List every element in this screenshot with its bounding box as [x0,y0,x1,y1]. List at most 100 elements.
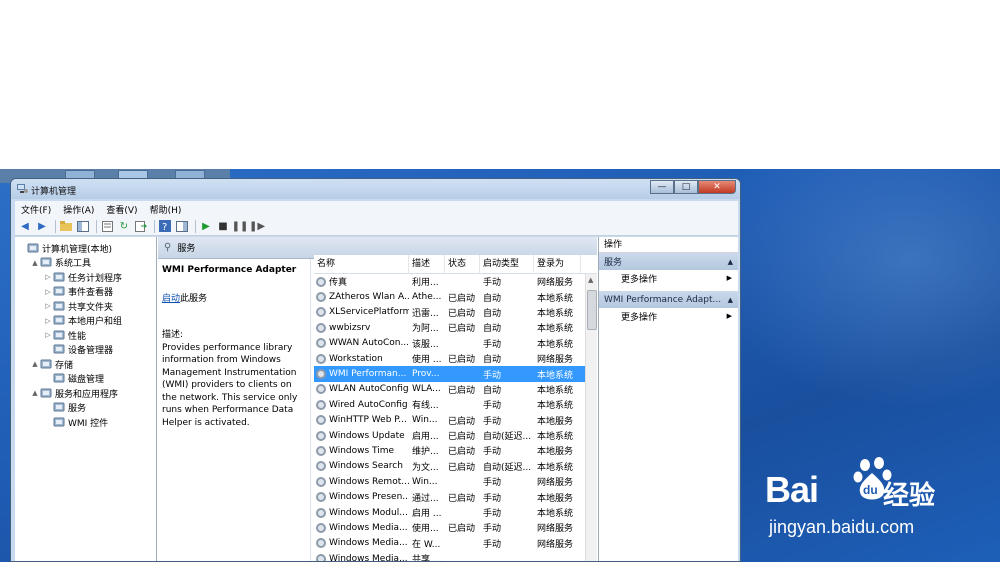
service-name: Windows Presen... [329,492,409,503]
tree-item[interactable]: ▲ 服务和应用程序 [15,386,156,401]
service-row[interactable]: WinHTTP Web P... Win... 已启动 手动 本地服务 [314,413,597,428]
service-startup-cell: 手动 [483,509,502,520]
storage-icon [40,359,52,370]
tree-item[interactable]: ▷ 事件查看器 [15,285,156,300]
back-arrow-icon[interactable]: ◀ [18,220,32,233]
tree-item[interactable]: WMI 控件 [15,415,156,430]
scrollbar-thumb[interactable] [587,290,597,330]
service-name: 传真 [329,278,348,289]
service-row[interactable]: Windows Remot... Win... 手动 网络服务 [314,474,597,489]
service-description-cell: 通过... [412,493,439,504]
menu-view[interactable]: 查看(V) [100,203,143,216]
menu-file[interactable]: 文件(F) [15,203,57,216]
export-list-icon[interactable] [134,220,148,233]
service-logon-cell: 本地系统 [537,462,574,473]
tree-expander-icon[interactable]: ▷ [43,302,53,310]
column-header-status[interactable]: 状态 [445,254,480,274]
service-startup-cell: 手动 [483,539,502,550]
tree-expander-icon[interactable]: ▲ [30,389,40,397]
navigation-tree: 计算机管理(本地) ▲ 系统工具 ▷ 任务计划程序 ▷ 事件查看器 ▷ 共享文件夹 ▷ 本地用户和组… [15,237,157,561]
more-actions-label: 更多操作 [621,312,658,323]
start-service-link[interactable]: 启动 [162,294,180,304]
show-hide-tree-icon[interactable] [76,220,90,233]
tree-item[interactable]: ▷ 本地用户和组 [15,314,156,329]
service-name-cell: Windows Modul... [314,507,409,518]
properties-icon[interactable] [100,220,114,233]
service-row[interactable]: Windows Search 为文... 已启动 自动(延迟... 本地系统 [314,459,597,474]
service-description-cell: 启用 ... [412,509,442,520]
collapse-arrow-icon[interactable]: ▲ [728,258,733,266]
window-title: 计算机管理 [31,187,77,197]
tree-expander-icon[interactable]: ▲ [30,360,40,368]
column-header-startup-type[interactable]: 启动类型 [480,254,534,274]
actions-section-selected-service[interactable]: WMI Performance Adapt... ▲ [599,291,738,308]
forward-arrow-icon[interactable]: ▶ [35,220,49,233]
service-row[interactable]: 传真 利用... 手动 网络服务 [314,274,597,289]
tree-expander-icon[interactable]: ▷ [43,317,53,325]
service-row[interactable]: Windows Modul... 启用 ... 手动 本地系统 [314,505,597,520]
service-row[interactable]: Windows Update 启用... 已启动 自动(延迟... 本地系统 [314,428,597,443]
column-header-description[interactable]: 描述 [409,254,445,274]
service-row[interactable]: Windows Time 维护... 已启动 手动 本地服务 [314,443,597,458]
pause-service-icon[interactable]: ❚❚ [232,220,249,233]
actions-section-services[interactable]: 服务 ▲ [599,253,738,270]
column-header-log-on-as[interactable]: 登录为 [534,254,581,274]
service-row[interactable]: Windows Media... 共享 ... [314,551,597,561]
scroll-up-icon[interactable]: ▲ [588,276,593,284]
service-row[interactable]: Windows Media... 在 W... 手动 网络服务 [314,536,597,551]
more-actions-item[interactable]: 更多操作 ▶ [599,270,738,286]
tree-item[interactable]: ▷ 任务计划程序 [15,270,156,285]
tree-item[interactable]: 磁盘管理 [15,372,156,387]
service-description-cell: 使用... [412,524,439,535]
service-name: Windows Time [329,445,395,456]
help-icon[interactable]: ? [158,220,172,233]
service-description-cell: 有线... [412,401,439,412]
tree-expander-icon[interactable]: ▲ [30,259,40,267]
service-row[interactable]: wwbizsrv 为阿... 已启动 自动 本地系统 [314,320,597,335]
refresh-icon[interactable]: ↻ [117,220,131,233]
service-row[interactable]: XLServicePlatform 迅雷... 已启动 自动 本地系统 [314,305,597,320]
tree-item[interactable]: 计算机管理(本地) [15,241,156,256]
tree-item[interactable]: 设备管理器 [15,343,156,358]
service-row[interactable]: ZAtheros Wlan A... Athe... 已启动 自动 本地系统 [314,289,597,304]
menu-help[interactable]: 帮助(H) [144,203,188,216]
column-header-name[interactable]: 名称 [314,254,409,274]
service-logon-cell: 网络服务 [537,524,574,535]
start-service-icon[interactable]: ▶ [199,220,213,233]
service-row[interactable]: Workstation 使用 ... 已启动 自动 网络服务 [314,351,597,366]
close-button[interactable]: ✕ [698,180,736,194]
restart-service-icon[interactable]: ❚▶ [249,220,265,233]
tree-item[interactable]: ▲ 存储 [15,357,156,372]
tree-item-label: 事件查看器 [68,288,114,299]
show-hide-action-pane-icon[interactable] [175,220,189,233]
service-row[interactable]: WMI Performan... Prov... 手动 本地系统 [314,366,597,382]
service-gear-icon [316,353,326,364]
maximize-button[interactable]: □ [674,180,698,194]
stop-service-icon[interactable]: ■ [216,220,230,233]
service-row[interactable]: Wired AutoConfig 有线... 手动 本地系统 [314,397,597,412]
tree-expander-icon[interactable]: ▷ [43,331,53,339]
service-row[interactable]: Windows Presen... 通过... 已启动 手动 本地服务 [314,489,597,504]
tree-item[interactable]: ▷ 共享文件夹 [15,299,156,314]
service-row[interactable]: WLAN AutoConfig WLA... 已启动 自动 本地系统 [314,382,597,397]
service-gear-icon [316,399,326,410]
tree-expander-icon[interactable]: ▷ [43,273,53,281]
vertical-scrollbar[interactable]: ▲ [585,274,597,561]
tree-item[interactable]: ▲ 系统工具 [15,256,156,271]
service-startup-cell: 自动 [483,324,502,335]
service-row[interactable]: WWAN AutoCon... 该服... 手动 本地系统 [314,336,597,351]
tree-expander-icon[interactable]: ▷ [43,288,53,296]
minimize-button[interactable]: — [650,180,674,194]
menu-action[interactable]: 操作(A) [57,203,100,216]
service-status-cell: 已启动 [448,524,476,535]
up-folder-icon[interactable] [59,220,73,233]
more-actions-item[interactable]: 更多操作 ▶ [599,308,738,324]
title-bar[interactable]: 计算机管理 — □ ✕ [11,179,740,199]
tree-item[interactable]: ▷ 性能 [15,328,156,343]
tree-item[interactable]: 服务 [15,401,156,416]
collapse-arrow-icon[interactable]: ▲ [728,296,733,304]
service-name: ZAtheros Wlan A... [329,292,409,303]
service-row[interactable]: Windows Media... 使用... 已启动 手动 网络服务 [314,520,597,535]
service-logon-cell: 本地系统 [537,339,574,350]
service-gear-icon [316,338,326,349]
